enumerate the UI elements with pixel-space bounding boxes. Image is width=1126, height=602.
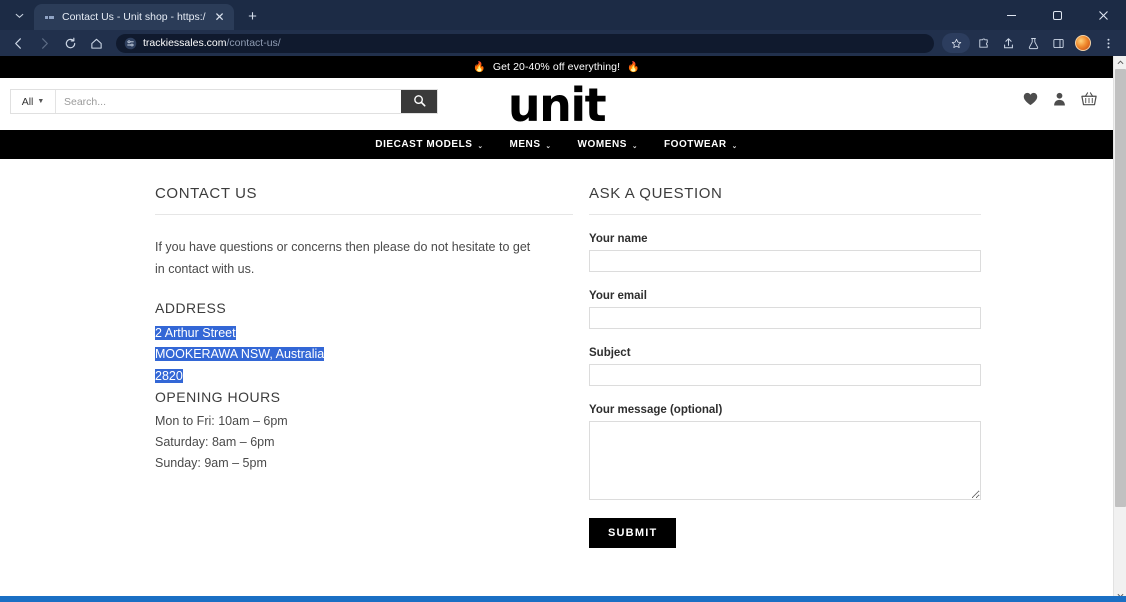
opening-hours-block: Mon to Fri: 10am – 6pm Saturday: 8am – 6… [155,411,573,475]
window-maximize-icon[interactable] [1034,0,1080,30]
browser-menu-kebab-icon[interactable] [1096,32,1120,54]
chevron-down-icon: ⌄ [545,142,552,150]
nav-label: WOMENS [577,139,627,150]
message-textarea[interactable] [589,421,981,500]
fire-emoji-left-icon: 🔥 [473,61,486,73]
account-person-icon[interactable] [1053,92,1066,106]
search-icon [413,94,426,110]
address-bar-url: trackiessales.com/contact-us/ [143,37,281,49]
site-favicon-icon [43,11,56,24]
nav-item-womens[interactable]: WOMENS ⌄ [565,130,651,159]
search-scope-select[interactable]: All ▼ [11,90,56,113]
fire-emoji-right-icon: 🔥 [627,61,640,73]
nav-label: FOOTWEAR [663,139,727,150]
chevron-down-icon: ▼ [37,98,45,105]
hours-line: Sunday: 9am – 5pm [155,456,267,471]
tab-title: Contact Us - Unit shop - https:/ [62,11,206,23]
cart-basket-icon[interactable] [1081,92,1097,106]
promo-banner: 🔥 Get 20-40% off everything! 🔥 [0,56,1113,78]
toolbar-right-actions [942,32,1120,54]
site-search-bar: All ▼ [10,89,438,114]
site-logo[interactable]: unit [508,82,607,128]
search-input[interactable] [56,90,401,113]
window-close-icon[interactable] [1080,0,1126,30]
scroll-up-arrow-icon[interactable] [1114,56,1126,69]
submit-button[interactable]: SUBMIT [589,518,677,548]
tab-close-icon[interactable]: ✕ [212,9,228,25]
address-block: 2 Arthur Street MOOKERAWA NSW, Australia… [155,323,573,387]
header-action-icons [1023,92,1097,106]
promo-banner-text: Get 20-40% off everything! [492,61,621,73]
chevron-down-icon: ⌄ [477,142,484,150]
ask-question-column: ASK A QUESTION Your name Your email Subj… [589,185,981,548]
address-bar[interactable]: trackiessales.com/contact-us/ [116,33,934,53]
bookmark-star-icon[interactable] [942,33,970,53]
extensions-puzzle-icon[interactable] [971,32,995,54]
message-field-label: Your message (optional) [589,404,723,416]
ask-a-question-heading: ASK A QUESTION [589,185,981,215]
page-content: CONTACT US If you have questions or conc… [0,159,1113,548]
opening-hours-heading: OPENING HOURS [155,388,281,405]
scrollbar-thumb[interactable] [1115,69,1126,507]
wishlist-heart-icon[interactable] [1023,92,1038,106]
page-scrollbar[interactable] [1113,56,1126,602]
subject-input[interactable] [589,364,981,386]
contact-info-column: CONTACT US If you have questions or conc… [155,185,573,548]
share-upload-icon[interactable] [996,32,1020,54]
page-bottom-spacing [0,548,1113,594]
main-navigation: DIECAST MODELS ⌄ MENS ⌄ WOMENS ⌄ FOOTWEA… [0,130,1113,159]
url-domain: trackiessales.com [143,37,227,49]
home-icon[interactable] [84,32,108,54]
web-page: 🔥 Get 20-40% off everything! 🔥 All ▼ Sea… [0,56,1113,594]
name-input[interactable] [589,250,981,272]
address-heading: ADDRESS [155,300,227,316]
chevron-down-icon: ⌄ [731,142,738,150]
search-submit-button[interactable] [401,90,437,113]
nav-label: DIECAST MODELS [375,139,473,150]
new-tab-plus-icon[interactable]: + [240,3,266,29]
nav-item-diecast-models[interactable]: DIECAST MODELS ⌄ [362,130,496,159]
browser-toolbar: trackiessales.com/contact-us/ [0,30,1126,56]
side-panel-icon[interactable] [1046,32,1070,54]
browser-window: Contact Us - Unit shop - https:/ ✕ + tra… [0,0,1126,602]
flask-labs-icon[interactable] [1021,32,1045,54]
address-line-3: 2820 [155,368,183,383]
back-arrow-icon[interactable] [6,32,30,54]
profile-avatar-icon[interactable] [1071,32,1095,54]
site-header: All ▼ unit [0,78,1113,130]
window-minimize-icon[interactable] [988,0,1034,30]
name-field-label: Your name [589,233,648,245]
tab-search-chevron-down-icon[interactable] [6,2,32,28]
hours-line: Mon to Fri: 10am – 6pm [155,413,288,428]
search-scope-label: All [21,95,34,108]
window-controls [988,0,1126,30]
os-taskbar-strip [0,596,1126,602]
tab-strip: Contact Us - Unit shop - https:/ ✕ + [0,0,1126,30]
nav-item-mens[interactable]: MENS ⌄ [496,130,564,159]
address-line-2: MOOKERAWA NSW, Australia [155,347,325,362]
forward-arrow-icon[interactable] [32,32,56,54]
contact-intro-text: If you have questions or concerns then p… [155,240,531,276]
contact-us-heading: CONTACT US [155,185,573,215]
site-settings-tune-icon[interactable] [124,37,137,50]
hours-line: Saturday: 8am – 6pm [155,435,275,449]
email-field-label: Your email [589,290,647,302]
address-line-1: 2 Arthur Street [155,326,236,340]
url-path: /contact-us/ [226,37,281,49]
reload-icon[interactable] [58,32,82,54]
subject-field-label: Subject [589,347,631,359]
browser-tab[interactable]: Contact Us - Unit shop - https:/ ✕ [34,4,234,30]
chevron-down-icon: ⌄ [631,142,638,150]
nav-item-footwear[interactable]: FOOTWEAR ⌄ [651,130,751,159]
nav-label: MENS [509,139,541,150]
page-viewport: 🔥 Get 20-40% off everything! 🔥 All ▼ Sea… [0,56,1126,602]
email-input[interactable] [589,307,981,329]
